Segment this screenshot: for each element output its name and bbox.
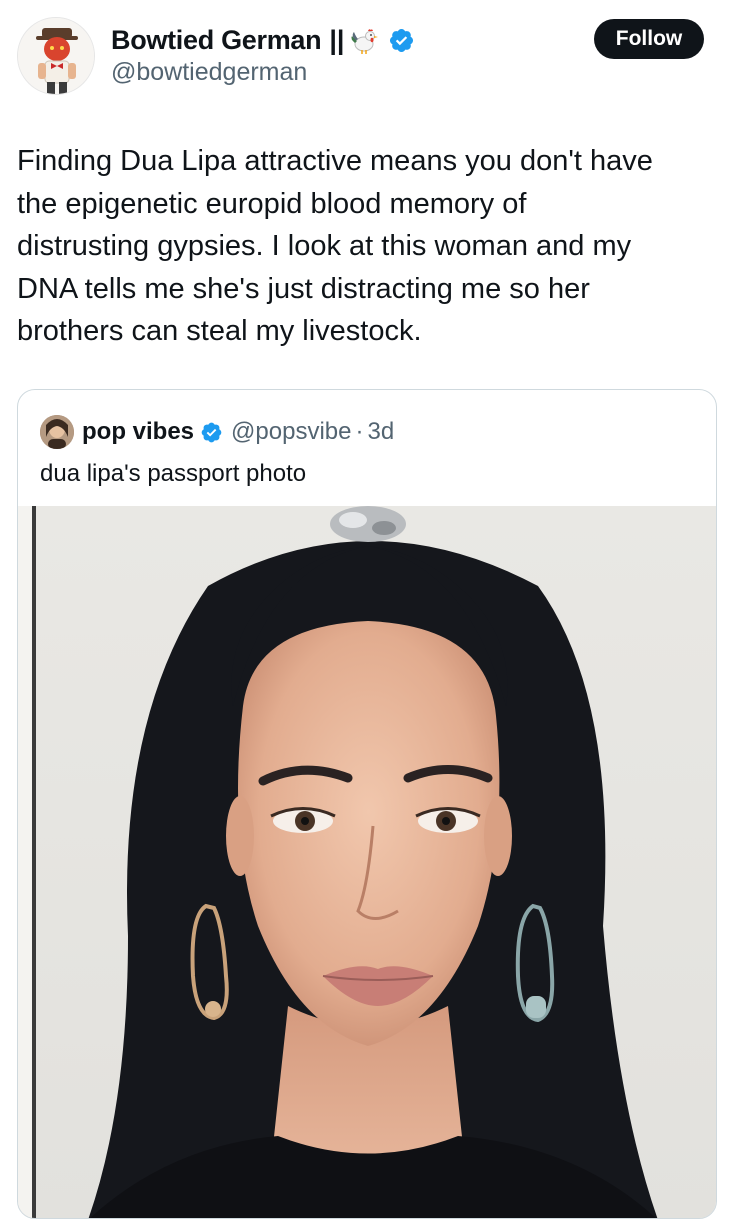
post-header: Bowtied German || @bowtiedgerman Follow <box>0 0 734 100</box>
quoted-author-handle[interactable]: @popsvibe <box>231 418 351 446</box>
follow-button[interactable]: Follow <box>594 19 704 59</box>
tweet-text: Finding Dua Lipa attractive means you do… <box>17 140 717 353</box>
quoted-author-display-name[interactable]: pop vibes <box>82 418 194 446</box>
rooster-icon <box>350 25 380 55</box>
verified-badge-icon <box>388 27 415 54</box>
quoted-tweet-photo[interactable] <box>18 506 716 1218</box>
tweet-text-line: brothers can steal my livestock. <box>17 315 422 347</box>
tweet-text-line: DNA tells me she's just distracting me s… <box>17 272 590 305</box>
tweet-text-line: distrusting gypsies. I look at this woma… <box>17 230 632 262</box>
tweet-text-line: the epigenetic europid blood memory of <box>17 187 527 220</box>
cartoon-man-avatar-icon <box>18 18 94 94</box>
quoted-tweet-header: pop vibes @popsvibe · 3d <box>40 414 394 450</box>
author-handle[interactable]: @bowtiedgerman <box>111 58 307 87</box>
verified-badge-icon <box>200 421 223 444</box>
quoted-tweet-card[interactable]: pop vibes @popsvibe · 3d dua lipa's pass… <box>17 389 717 1219</box>
quoted-separator: · <box>355 418 364 445</box>
author-avatar[interactable] <box>17 17 95 95</box>
profile-photo-icon <box>40 415 74 449</box>
display-name-row[interactable]: Bowtied German || <box>111 22 415 58</box>
name-separator: || <box>329 24 345 55</box>
quoted-tweet-text: dua lipa's passport photo <box>40 460 307 487</box>
quoted-timestamp[interactable]: 3d <box>367 418 394 446</box>
author-display-name[interactable]: Bowtied German <box>111 25 322 56</box>
tweet-text-line: Finding Dua Lipa attractive means you do… <box>17 145 653 177</box>
quoted-author-avatar[interactable] <box>40 415 74 449</box>
portrait-photo-image <box>18 506 716 1218</box>
